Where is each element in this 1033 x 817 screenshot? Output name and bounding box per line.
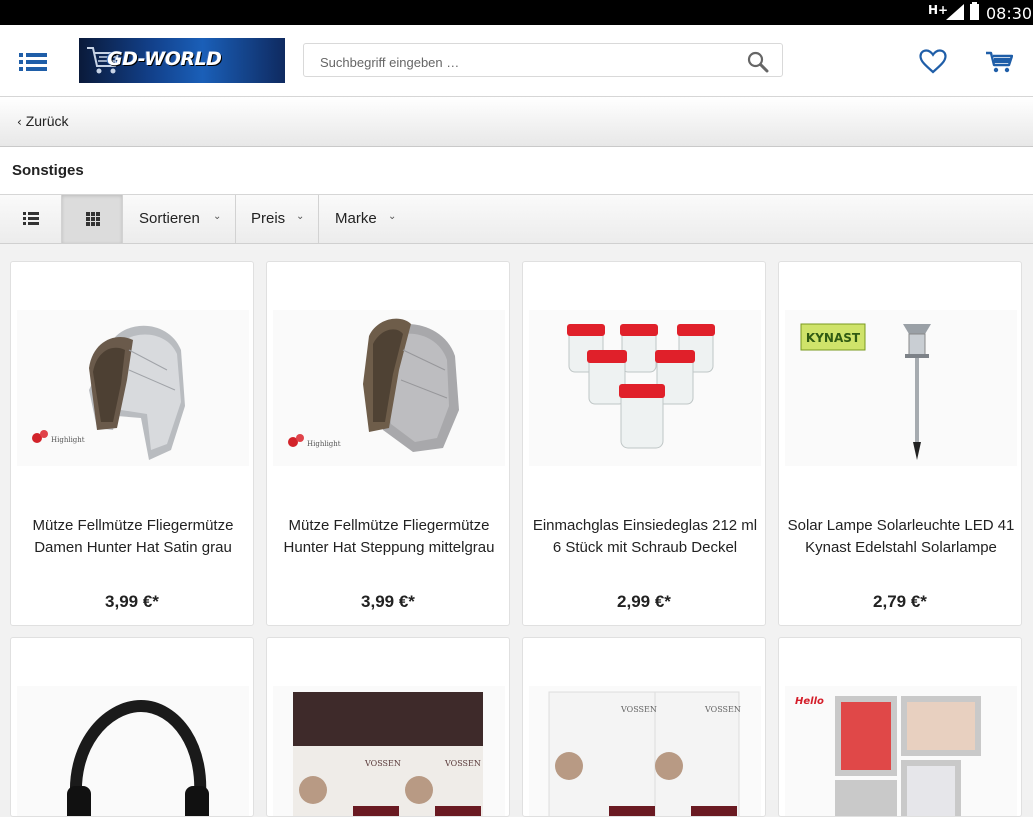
back-bar: ‹ Zurück [0,97,1033,147]
product-price: 2,79 €* [873,592,927,611]
heart-icon[interactable] [919,49,947,74]
brand-filter[interactable]: Marke ⌄ [319,195,410,243]
product-image [17,686,249,816]
glass-jars-image [567,324,715,449]
signal-icon [946,4,964,20]
status-bar: H+ 08:30 [0,0,1033,25]
product-card[interactable]: Hello [778,637,1022,817]
svg-text:Hello: Hello [795,696,824,707]
product-image: VOSSEN VOSSEN [273,686,505,816]
menu-icon[interactable] [19,52,47,72]
trapper-hat-image: Highlight [288,318,459,452]
list-view-button[interactable] [0,195,62,243]
brand-label: Marke [335,210,377,227]
product-card[interactable]: VOSSEN VOSSEN [266,637,510,817]
price-filter[interactable]: Preis ⌄ [236,195,319,243]
headphones-image [67,699,209,816]
search-bar[interactable] [303,43,783,77]
gd-world-logo[interactable]: GD-WORLD [79,38,285,83]
app-header: GD-WORLD [0,25,1033,97]
product-card[interactable]: KYNAST Solar Lampe Solarleuchte LED 41 K… [778,261,1022,626]
svg-text:Highlight: Highlight [307,440,341,448]
chevron-left-icon: ‹ [17,115,22,129]
svg-text:KYNAST: KYNAST [806,331,861,345]
trapper-hat-image: Highlight [32,325,185,460]
product-image: VOSSEN VOSSEN [529,686,761,816]
logo-text: GD-WORLD [107,48,222,70]
product-image: Highlight [17,310,249,466]
product-name[interactable]: Mütze Fellmütze Fliegermütze Hunter Hat … [273,515,505,559]
price-label: Preis [251,210,286,227]
photo-frame-image: Hello [795,696,981,816]
product-image: Hello [785,686,1017,816]
svg-text:VOSSEN: VOSSEN [444,759,481,768]
grid-view-icon [86,212,100,226]
product-card[interactable] [10,637,254,817]
product-name[interactable]: Einmachglas Einsiedeglas 212 ml 6 Stück … [529,515,761,559]
product-card[interactable]: Einmachglas Einsiedeglas 212 ml 6 Stück … [522,261,766,626]
svg-text:VOSSEN: VOSSEN [620,705,657,714]
clock: 08:30 [986,4,1033,23]
list-view-icon [23,212,39,225]
search-icon[interactable] [747,51,769,73]
chevron-down-icon: ⌄ [213,211,222,222]
product-image [529,310,761,466]
grid-view-button[interactable] [62,195,123,243]
product-image: Highlight [273,310,505,466]
cart-icon[interactable] [985,50,1013,74]
svg-text:Highlight: Highlight [51,436,85,444]
bed-sheet-image: VOSSEN VOSSEN [548,691,741,816]
svg-text:VOSSEN: VOSSEN [704,705,741,714]
product-grid: Highlight Mütze Fellmütze Fliegermütze D… [0,244,1033,817]
chevron-down-icon: ⌄ [388,211,397,222]
product-name[interactable]: Mütze Fellmütze Fliegermütze Damen Hunte… [17,515,249,559]
filter-toolbar: Sortieren ⌄ Preis ⌄ Marke ⌄ [0,195,1033,244]
product-card[interactable]: Highlight Mütze Fellmütze Fliegermütze H… [266,261,510,626]
back-label: Zurück [25,113,69,129]
product-price: 2,99 €* [617,592,671,611]
battery-icon [970,2,979,20]
product-price: 3,99 €* [105,592,159,611]
category-header: Sonstiges [0,147,1033,195]
product-price: 3,99 €* [361,592,415,611]
product-image: KYNAST [785,310,1017,466]
product-card[interactable]: Highlight Mütze Fellmütze Fliegermütze D… [10,261,254,626]
sort-label: Sortieren [139,210,200,227]
bed-sheet-image: VOSSEN VOSSEN [293,692,483,816]
sort-dropdown[interactable]: Sortieren ⌄ [123,195,236,243]
product-name[interactable]: Solar Lampe Solarleuchte LED 41 Kynast E… [785,515,1017,559]
solar-lamp-image: KYNAST [800,323,931,460]
product-card[interactable]: VOSSEN VOSSEN [522,637,766,817]
page-title: Sonstiges [12,162,84,179]
chevron-down-icon: ⌄ [296,211,305,222]
search-input[interactable] [318,50,722,74]
svg-text:VOSSEN: VOSSEN [364,759,401,768]
back-button[interactable]: ‹ Zurück [17,113,69,129]
